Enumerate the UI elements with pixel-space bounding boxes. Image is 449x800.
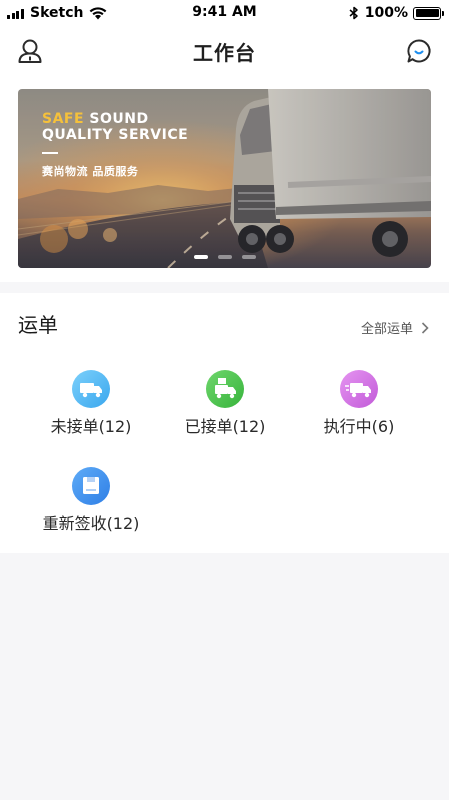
package-icon-glyph <box>83 477 99 494</box>
banner-carousel[interactable]: SAFE SOUND QUALITY SERVICE 赛尚物流 品质服务 <box>18 89 431 268</box>
package-icon <box>72 467 110 505</box>
truck-icon <box>72 370 110 408</box>
banner-tagline-accent: SAFE <box>42 111 85 127</box>
banner-tagline-line2: QUALITY SERVICE <box>42 127 189 143</box>
view-all-waybills-link[interactable]: 全部运单 <box>361 318 429 337</box>
banner-divider <box>42 152 58 154</box>
banner-tagline-rest: SOUND <box>84 111 149 127</box>
waybill-section: 运单 全部运单 未接单(12) 已接单(12) 执行中(6) 重新签收(12) <box>0 293 449 553</box>
status-label: 执行中(6) <box>323 417 395 436</box>
status-pending-button[interactable]: 未接单(12) <box>26 370 156 437</box>
moving-truck-icon-glyph <box>345 383 371 398</box>
status-accepted-button[interactable]: 已接单(12) <box>160 370 290 437</box>
battery-fill <box>415 9 439 17</box>
carousel-dot[interactable] <box>218 255 232 259</box>
carousel-dots <box>194 255 266 259</box>
bluetooth-icon <box>349 6 358 20</box>
battery-icon <box>413 6 444 20</box>
status-label: 已接单(12) <box>184 417 266 436</box>
status-right: 100% <box>349 4 444 22</box>
banner-tagline: SAFE SOUND <box>42 111 149 127</box>
nav-bar: 工作台 <box>0 26 449 76</box>
moving-truck-icon <box>340 370 378 408</box>
page-title: 工作台 <box>193 41 256 65</box>
battery-percent: 100% <box>364 5 408 21</box>
section-title: 运单 <box>18 313 58 337</box>
banner-subtitle: 赛尚物流 品质服务 <box>42 165 139 178</box>
carousel-dot[interactable] <box>242 255 256 259</box>
banner-section: SAFE SOUND QUALITY SERVICE 赛尚物流 品质服务 <box>0 76 449 282</box>
loaded-truck-icon-glyph <box>215 378 236 399</box>
status-bar: Sketch 9:41 AM 100% <box>0 0 449 26</box>
truck-icon-glyph <box>80 383 102 398</box>
status-resign-button[interactable]: 重新签收(12) <box>26 467 156 534</box>
view-all-label: 全部运单 <box>360 322 413 337</box>
chevron-right-icon <box>421 321 429 334</box>
status-label: 未接单(12) <box>50 417 132 436</box>
status-label: 重新签收(12) <box>42 514 140 533</box>
loaded-truck-icon <box>206 370 244 408</box>
carousel-dot[interactable] <box>194 255 208 259</box>
status-in-progress-button[interactable]: 执行中(6) <box>294 370 424 437</box>
message-icon[interactable] <box>406 38 432 64</box>
